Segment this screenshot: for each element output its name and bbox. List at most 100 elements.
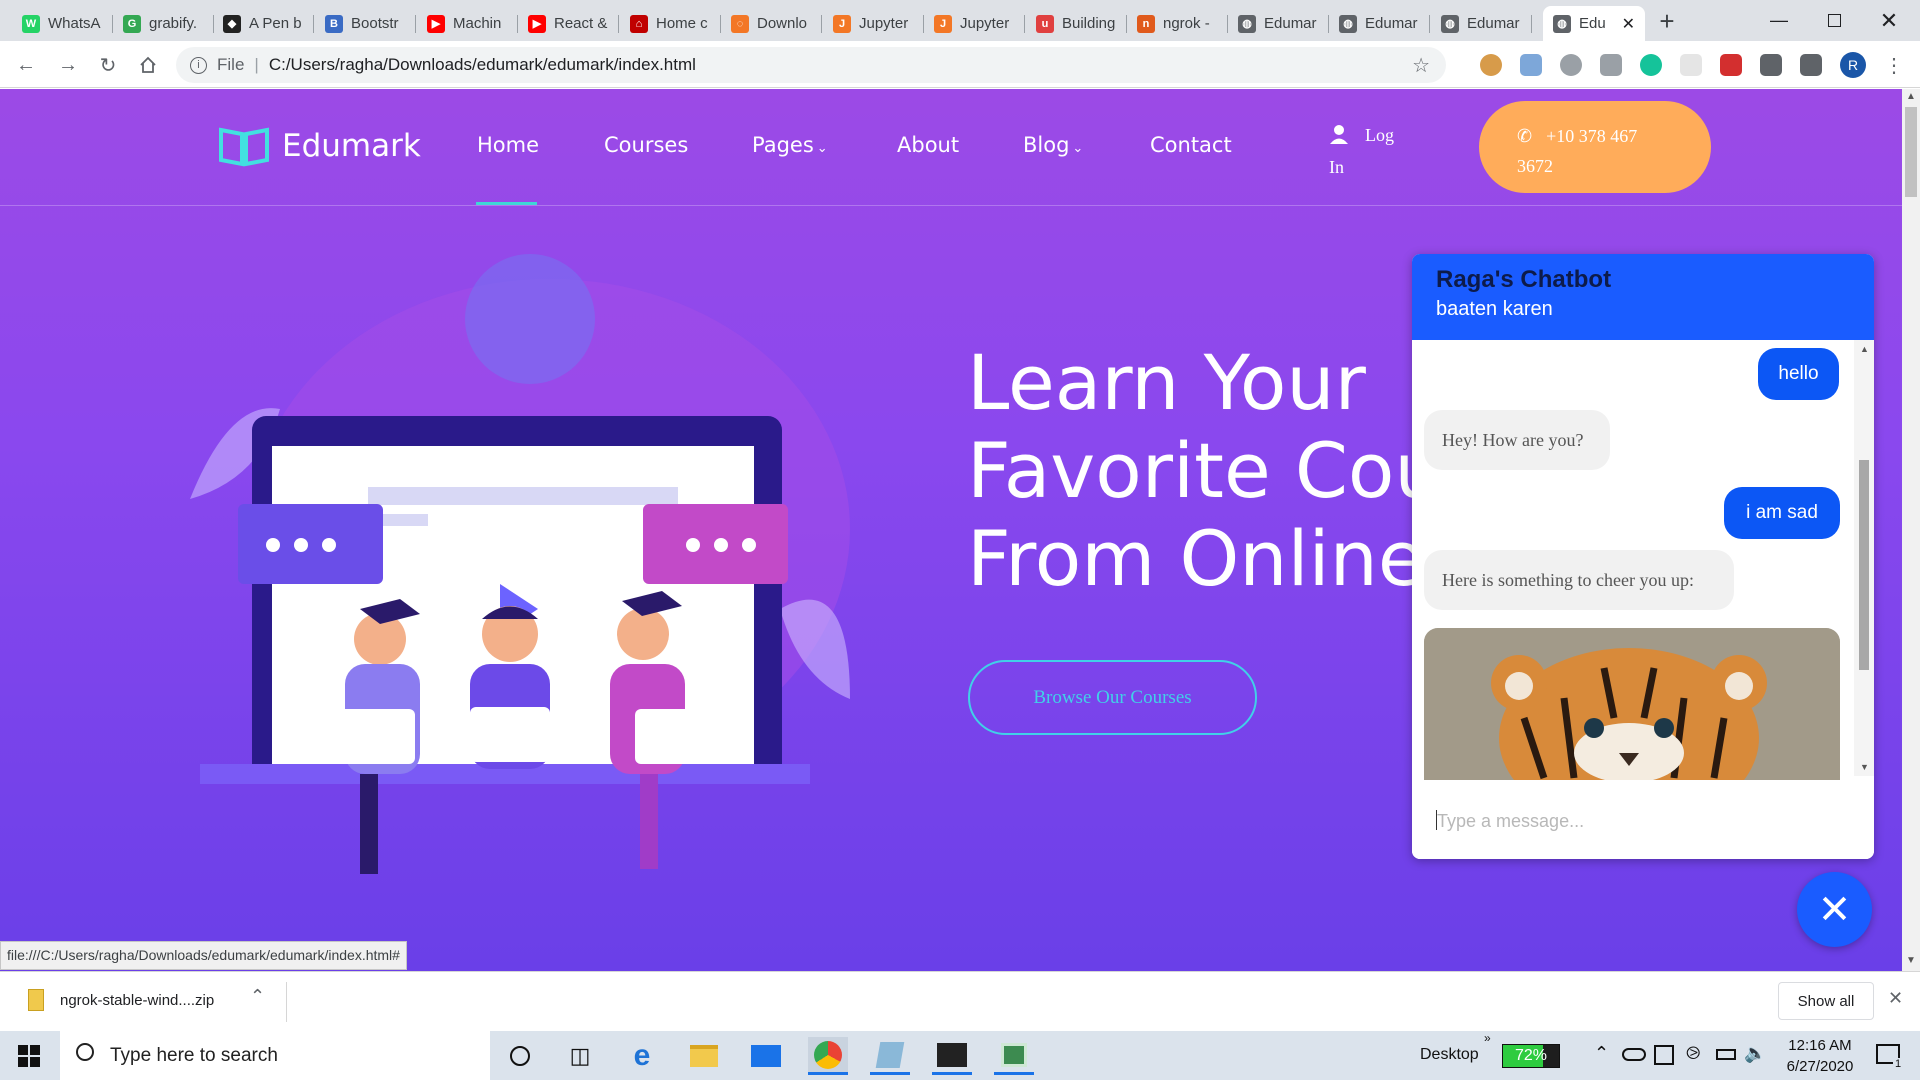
profile-avatar[interactable]: R — [1840, 52, 1866, 78]
chatbot-close-button[interactable]: ✕ — [1797, 872, 1872, 947]
desktop-label[interactable]: Desktop — [1420, 1046, 1479, 1064]
double-chevron-icon[interactable]: » — [1484, 1031, 1491, 1045]
phone-line2: 3672 — [1517, 156, 1553, 176]
browser-tab[interactable]: ▶ React & — [518, 6, 619, 41]
notes-app-icon[interactable] — [870, 1037, 910, 1075]
scroll-up-arrow-icon[interactable]: ▲ — [1906, 91, 1916, 102]
browser-tab[interactable]: Ggrabify. — [113, 6, 214, 41]
battery-icon[interactable] — [1716, 1049, 1736, 1060]
back-arrow-icon[interactable]: ← — [12, 51, 40, 79]
download-item[interactable]: ngrok-stable-wind....zip — [60, 992, 214, 1009]
clock[interactable]: 12:16 AM 6/27/2020 — [1772, 1035, 1868, 1077]
maximize-button[interactable] — [1811, 0, 1857, 41]
grid-extension-icon[interactable] — [1680, 54, 1702, 76]
grammarly-icon[interactable] — [1640, 54, 1662, 76]
info-icon[interactable]: i — [190, 56, 207, 74]
circle-extension-icon[interactable] — [1560, 54, 1582, 76]
tab-favicon-icon: B — [325, 14, 343, 33]
file-explorer-icon[interactable] — [684, 1037, 724, 1075]
browser-tab[interactable]: B Bootstr — [315, 6, 416, 41]
hero-title-line: Favorite Cou — [967, 426, 1443, 515]
bookmark-star-icon[interactable]: ☆ — [1412, 53, 1430, 78]
browser-tab[interactable]: ▶ Machin — [417, 6, 518, 41]
tab-label: Edumar — [1365, 15, 1418, 32]
browser-tab[interactable]: ◆ A Pen b — [213, 6, 314, 41]
scroll-down-arrow-icon[interactable]: ▼ — [1906, 955, 1916, 966]
phone-button[interactable]: ✆ +10 378 467 3672 — [1479, 101, 1711, 193]
browser-tab[interactable]: n ngrok - — [1127, 6, 1228, 41]
new-tab-button[interactable]: + — [1652, 6, 1682, 36]
nav-courses[interactable]: Courses — [604, 133, 688, 157]
sheet-app-icon[interactable] — [994, 1037, 1034, 1075]
cookie-extension-icon[interactable] — [1480, 54, 1502, 76]
address-bar[interactable]: i File | C:/Users/ragha/Downloads/edumar… — [176, 47, 1446, 83]
page-scrollbar-thumb[interactable] — [1905, 107, 1917, 197]
forward-arrow-icon[interactable]: → — [54, 51, 82, 79]
terminal-icon[interactable] — [932, 1037, 972, 1075]
download-shelf: ngrok-stable-wind....zip ⌃ Show all ✕ — [0, 971, 1920, 1031]
reload-icon[interactable]: ↻ — [94, 51, 122, 79]
browser-tab[interactable]: W WhatsA — [12, 6, 113, 41]
tab-favicon-icon: ◍ — [1339, 14, 1357, 33]
menu-dots-icon[interactable]: ⋮ — [1880, 51, 1908, 79]
tab-separator — [1531, 15, 1532, 33]
chevron-up-icon[interactable]: ⌃ — [250, 986, 265, 1007]
close-shelf-icon[interactable]: ✕ — [1888, 988, 1903, 1009]
login-link[interactable]: Log In — [1329, 119, 1394, 183]
tab-favicon-icon: u — [1036, 14, 1054, 33]
window-close-button[interactable]: ✕ — [1866, 0, 1912, 41]
chat-scroll-up-icon[interactable]: ▲ — [1860, 344, 1869, 354]
hero-title-line: Learn Your — [967, 338, 1366, 427]
nav-pages[interactable]: Pages ⌄ — [752, 133, 828, 157]
nav-blog[interactable]: Blog ⌄ — [1023, 133, 1083, 157]
browser-tab[interactable]: ◍ Edumar — [1431, 6, 1532, 41]
chat-message-input[interactable]: Type a message... — [1412, 784, 1874, 859]
nav-about[interactable]: About — [897, 133, 959, 157]
extensions-puzzle-icon[interactable] — [1760, 54, 1782, 76]
battery-meter[interactable]: 72% — [1502, 1044, 1560, 1068]
chevron-up-icon[interactable]: ⌃ — [1594, 1043, 1609, 1064]
browser-tab[interactable]: ⌂ Home c — [620, 6, 721, 41]
browser-tab[interactable]: J Jupyter — [924, 6, 1025, 41]
rocket-extension-icon[interactable] — [1520, 54, 1542, 76]
minimize-button[interactable]: — — [1756, 0, 1802, 41]
cortana-icon[interactable] — [500, 1037, 540, 1075]
volume-icon[interactable]: 🔈 — [1744, 1043, 1766, 1064]
login-text-line2: In — [1329, 157, 1344, 177]
site-logo[interactable]: Edumark — [218, 124, 421, 168]
chat-scrollbar-thumb[interactable] — [1859, 460, 1869, 670]
address-url[interactable]: C:/Users/ragha/Downloads/edumark/edumark… — [269, 55, 696, 75]
tab-label: Jupyter — [960, 15, 1010, 32]
page-scrollbar[interactable]: ▲ ▼ — [1902, 89, 1920, 971]
tab-favicon-icon: ▶ — [427, 14, 445, 33]
browser-tab[interactable]: ◍ Edumar — [1329, 6, 1430, 41]
onedrive-icon[interactable] — [1622, 1048, 1646, 1061]
tab-favicon-icon: ◆ — [223, 14, 241, 33]
browser-tab[interactable]: J Jupyter — [823, 6, 924, 41]
home-icon[interactable] — [134, 51, 162, 79]
nav-home[interactable]: Home — [477, 133, 539, 157]
task-view-icon[interactable]: ◫ — [560, 1037, 600, 1075]
chat-scroll-down-icon[interactable]: ▼ — [1860, 762, 1869, 772]
camera-extension-icon[interactable] — [1600, 54, 1622, 76]
tab-favicon-icon: ⌂ — [630, 14, 648, 33]
browser-tab[interactable]: u Building — [1026, 6, 1127, 41]
nav-contact[interactable]: Contact — [1150, 133, 1232, 157]
windows-start-icon[interactable] — [18, 1045, 40, 1072]
browser-tab[interactable]: ◍ Edumar — [1228, 6, 1329, 41]
media-extension-icon[interactable] — [1720, 54, 1742, 76]
tab-separator — [1429, 15, 1430, 33]
edge-icon[interactable]: e — [622, 1037, 662, 1075]
mail-icon[interactable] — [746, 1037, 786, 1075]
browse-courses-button[interactable]: Browse Our Courses — [968, 660, 1257, 735]
tray-app-icon[interactable] — [1654, 1045, 1674, 1065]
media-queue-icon[interactable] — [1800, 54, 1822, 76]
tab-close-icon[interactable]: ✕ — [1622, 14, 1635, 34]
chrome-icon[interactable] — [808, 1037, 848, 1075]
taskbar-search-box[interactable]: Type here to search — [60, 1031, 490, 1080]
chat-scrollbar[interactable]: ▲ ▼ — [1854, 340, 1874, 776]
browser-tab[interactable]: ◌ Downlo — [721, 6, 822, 41]
tab-active[interactable]: ◍ Edu ✕ — [1543, 6, 1645, 41]
show-all-button[interactable]: Show all — [1778, 982, 1874, 1020]
wifi-icon[interactable]: ⧁ — [1686, 1043, 1700, 1064]
